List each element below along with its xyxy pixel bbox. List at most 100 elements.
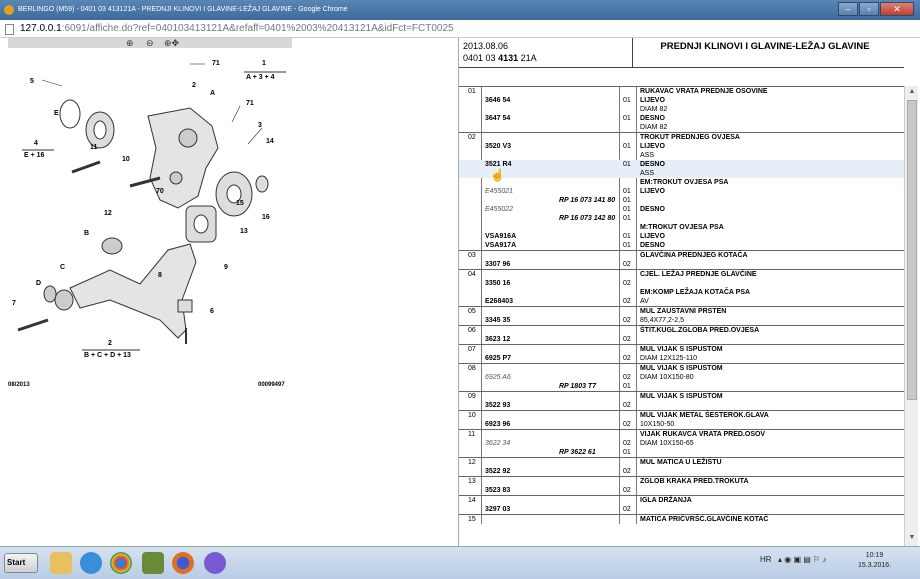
- table-row[interactable]: 3350 16 02: [459, 279, 904, 288]
- table-row[interactable]: 09 MUL VIJAK S ISPUSTOM: [459, 392, 904, 401]
- quantity: 02: [623, 280, 631, 287]
- table-row[interactable]: 06 ŠTIT.KUGL.ZGLOBA PRED.OVJESA: [459, 326, 904, 335]
- table-row[interactable]: 3297 03 02: [459, 505, 904, 514]
- part-reference[interactable]: 3647 54: [485, 114, 510, 123]
- part-reference[interactable]: 3345 35: [485, 316, 510, 325]
- table-row[interactable]: DIAM 82: [459, 123, 904, 132]
- part-reference[interactable]: VSA916A: [485, 232, 516, 241]
- table-row[interactable]: E455021 01 LIJEVO: [459, 187, 904, 196]
- part-description: DESNO: [640, 161, 665, 168]
- table-row[interactable]: 14 IGLA DRŽANJA: [459, 496, 904, 505]
- part-description: DIAM 82: [640, 124, 668, 131]
- quantity: 01: [623, 115, 631, 122]
- chrome-icon[interactable]: [110, 552, 132, 574]
- table-row[interactable]: 3520 V3 01 LIJEVO: [459, 142, 904, 151]
- part-reference[interactable]: E455022: [485, 205, 513, 214]
- table-row[interactable]: VSA917A 01 DESNO: [459, 241, 904, 250]
- language-indicator[interactable]: HR: [760, 555, 772, 564]
- part-reference[interactable]: 6925 A6: [485, 373, 511, 382]
- address-bar[interactable]: 127.0.0.1:6091/affiche.do?ref=0401034131…: [0, 20, 920, 38]
- table-row[interactable]: RP 16 073 141 80 01: [459, 196, 904, 205]
- table-row[interactable]: 3521 R4 01 DESNO: [459, 160, 904, 169]
- table-row[interactable]: 3623 12 02: [459, 335, 904, 344]
- table-row[interactable]: RP 16 073 142 80 01: [459, 214, 904, 223]
- table-row[interactable]: 3522 92 02: [459, 467, 904, 476]
- parts-group: 12 MUL MATICA U LEŽIŠTU 3522 92 02: [459, 457, 904, 476]
- part-reference[interactable]: 3350 16: [485, 279, 510, 288]
- maximize-button[interactable]: ▫: [859, 2, 879, 16]
- firefox-icon[interactable]: [172, 552, 194, 574]
- vertical-scrollbar[interactable]: ▲ ▼: [904, 86, 918, 546]
- table-row[interactable]: 10 MUL VIJAK METAL ŠESTEROK.GLAVA: [459, 411, 904, 420]
- start-button[interactable]: Start: [4, 553, 38, 573]
- table-row[interactable]: 3647 54 01 DESNO: [459, 114, 904, 123]
- group-number: 15: [468, 516, 476, 523]
- table-row[interactable]: E455022 01 DESNO: [459, 205, 904, 214]
- scroll-down-icon[interactable]: ▼: [907, 534, 917, 544]
- table-row[interactable]: 05 MUL ZAUSTAVNI PRSTEN: [459, 307, 904, 316]
- table-row[interactable]: 01 RUKAVAC VRATA PREDNJE OSOVINE: [459, 87, 904, 96]
- tray-icons[interactable]: ▴ ◉ ▣ ▤ ⚐ ♪: [778, 555, 826, 564]
- table-row[interactable]: 3622 34 02 DIAM 10X150-65: [459, 439, 904, 448]
- table-row[interactable]: 3522 93 02: [459, 401, 904, 410]
- part-reference[interactable]: E268403: [485, 297, 513, 306]
- part-reference[interactable]: 3622 34: [485, 439, 510, 448]
- diagram-label: A + 3 + 4: [246, 74, 275, 81]
- quantity: 01: [623, 143, 631, 150]
- table-row[interactable]: 3345 35 02 85,4X77,2-2,5: [459, 316, 904, 325]
- table-row[interactable]: EM:KOMP LEŽAJA KOTAČA PSA: [459, 288, 904, 297]
- app-icon[interactable]: [204, 552, 226, 574]
- table-row[interactable]: 02 TROKUT PREDNJEG OVJESA: [459, 133, 904, 142]
- group-number: 13: [468, 478, 476, 485]
- part-description: GLAVČINA PREDNJEG KOTAČA: [640, 252, 748, 259]
- table-row[interactable]: 13 ZGLOB KRAKA PRED.TROKUTA: [459, 477, 904, 486]
- part-reference[interactable]: 6925 P7: [485, 354, 511, 363]
- part-reference[interactable]: 6923 96: [485, 420, 510, 429]
- table-row[interactable]: 15 MATICA PRIČVRŠĆ.GLAVČINE KOTAČ: [459, 515, 904, 524]
- part-reference[interactable]: 3297 03: [485, 505, 510, 514]
- table-row[interactable]: ASS: [459, 169, 904, 178]
- ie-icon[interactable]: [80, 552, 102, 574]
- scroll-thumb[interactable]: [907, 100, 917, 400]
- table-row[interactable]: RP 1803 T7 01: [459, 382, 904, 391]
- part-reference[interactable]: 3646 54: [485, 96, 510, 105]
- table-row[interactable]: 04 CJEL. LEŽAJ PREDNJE GLAVČINE: [459, 270, 904, 279]
- quantity: 01: [623, 97, 631, 104]
- part-reference[interactable]: 3307 96: [485, 260, 510, 269]
- part-reference[interactable]: 3522 93: [485, 401, 510, 410]
- photo-icon[interactable]: [142, 552, 164, 574]
- clock[interactable]: 10:19 15.3.2016.: [858, 551, 891, 571]
- table-row[interactable]: VSA916A 01 LIJEVO: [459, 232, 904, 241]
- scroll-up-icon[interactable]: ▲: [907, 88, 917, 98]
- table-row[interactable]: 11 VIJAK RUKAVCA VRATA PRED.OSOV: [459, 430, 904, 439]
- table-row[interactable]: EM:TROKUT OVJESA PSA: [459, 178, 904, 187]
- table-row[interactable]: 12 MUL MATICA U LEŽIŠTU: [459, 458, 904, 467]
- diagram-label: 2: [108, 340, 112, 347]
- part-reference[interactable]: E455021: [485, 187, 513, 196]
- explorer-icon[interactable]: [50, 552, 72, 574]
- table-row[interactable]: 6925 P7 02 DIAM 12X125-110: [459, 354, 904, 363]
- diagram-label: 4: [34, 140, 38, 147]
- part-reference[interactable]: 3623 12: [485, 335, 510, 344]
- part-reference[interactable]: 3520 V3: [485, 142, 511, 151]
- table-row[interactable]: E268403 02 AV: [459, 297, 904, 306]
- table-row[interactable]: 6925 A6 02 DIAM 10X150-80: [459, 373, 904, 382]
- minimize-button[interactable]: –: [838, 2, 858, 16]
- table-row[interactable]: 6923 96 02 10X150-50: [459, 420, 904, 429]
- table-row[interactable]: 3646 54 01 LIJEVO: [459, 96, 904, 105]
- table-row[interactable]: ASS: [459, 151, 904, 160]
- table-row[interactable]: 3523 83 02: [459, 486, 904, 495]
- table-row[interactable]: 3307 96 02: [459, 260, 904, 269]
- group-number: 01: [468, 88, 476, 95]
- table-row[interactable]: 07 MUL VIJAK S ISPUSTOM: [459, 345, 904, 354]
- close-button[interactable]: ✕: [880, 2, 914, 16]
- table-row[interactable]: M:TROKUT OVJESA PSA: [459, 223, 904, 232]
- part-reference[interactable]: 3523 83: [485, 486, 510, 495]
- part-reference[interactable]: 3522 92: [485, 467, 510, 476]
- table-row[interactable]: RP 3622 61 01: [459, 448, 904, 457]
- parts-panel: 2013.08.06 0401 03 4131 21A PREDNJI KLIN…: [458, 38, 904, 546]
- part-reference[interactable]: VSA917A: [485, 241, 516, 250]
- table-row[interactable]: 03 GLAVČINA PREDNJEG KOTAČA: [459, 251, 904, 260]
- table-row[interactable]: DIAM 82: [459, 105, 904, 114]
- table-row[interactable]: 08 MUL VIJAK S ISPUSTOM: [459, 364, 904, 373]
